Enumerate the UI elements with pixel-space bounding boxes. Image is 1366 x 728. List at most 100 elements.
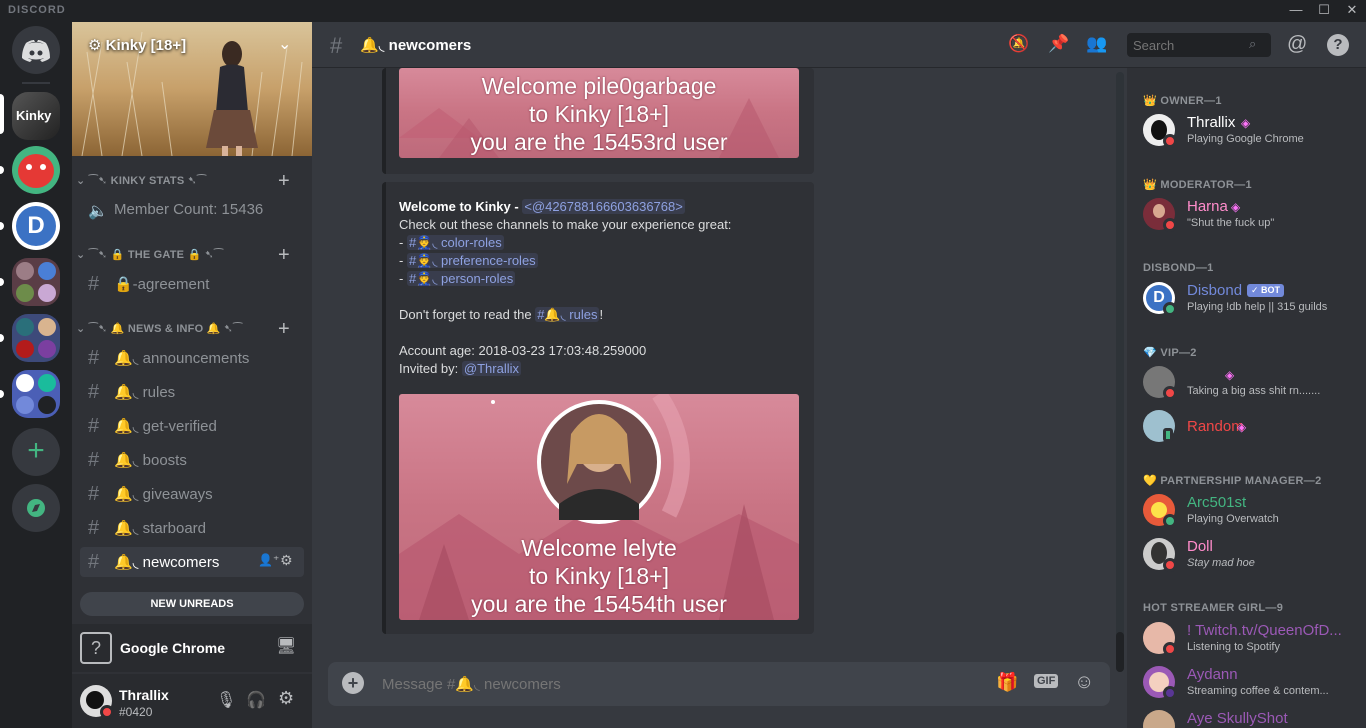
- hash-icon: #: [88, 517, 100, 539]
- member-activity: Streaming coffee & contem...: [1187, 685, 1329, 697]
- role-header-moderator: 👑 MODERATOR—1: [1143, 179, 1252, 191]
- embed-text-line: Welcome pile0garbage: [481, 73, 717, 99]
- embed-text-line: to Kinky [18+]: [529, 101, 669, 127]
- maximize-icon[interactable]: ☐: [1310, 2, 1338, 20]
- category-the-gate[interactable]: ⌄ ⁀➷ 🔒 THE GATE 🔒 ➷⁀ +: [76, 244, 290, 266]
- member-arc501st[interactable]: Arc501st Playing Overwatch: [1135, 488, 1360, 532]
- member-name: Doll: [1187, 538, 1213, 555]
- avatar: [1143, 198, 1177, 232]
- server-folder-2[interactable]: [12, 314, 60, 362]
- channel-rules[interactable]: # 🔔◟ rules: [80, 377, 304, 407]
- user-settings-icon[interactable]: ⚙: [278, 688, 294, 709]
- chevron-down-icon[interactable]: ⌄: [278, 34, 291, 54]
- scrollbar-thumb[interactable]: [1116, 632, 1124, 672]
- member-aydann[interactable]: Aydann Streaming coffee & contem...: [1135, 660, 1360, 704]
- gift-icon[interactable]: 🎁: [996, 672, 1018, 693]
- server-kinky[interactable]: Kinky: [12, 92, 60, 140]
- emoji-icon[interactable]: ☺: [1074, 671, 1094, 694]
- gear-icon[interactable]: ⚙: [280, 552, 293, 569]
- user-mention[interactable]: <@426788166603636768>: [522, 199, 685, 214]
- member-disbond[interactable]: D Disbond ✓ BOT Playing !db help || 315 …: [1135, 276, 1360, 320]
- welcome-image-2[interactable]: Welcome lelyte to Kinky [18+] you are th…: [399, 394, 799, 620]
- upload-plus-icon[interactable]: +: [342, 672, 364, 694]
- help-icon[interactable]: ?: [1327, 34, 1349, 56]
- server-folder-3[interactable]: [12, 370, 60, 418]
- member-random[interactable]: Random ◈: [1135, 404, 1360, 448]
- hash-icon: #: [330, 33, 343, 58]
- member-doll[interactable]: Doll Stay mad hoe: [1135, 532, 1360, 576]
- search-input[interactable]: [1133, 36, 1243, 54]
- online-status-icon: [1163, 514, 1177, 528]
- message-composer[interactable]: + 🎁 GIF ☺: [328, 662, 1110, 706]
- pin-icon[interactable]: 📌: [1048, 34, 1069, 54]
- channel-agreement[interactable]: # 🔒-agreement: [80, 269, 304, 299]
- member-vip-1[interactable]: ◈ Taking a big ass shit rn.......: [1135, 360, 1360, 404]
- boost-icon: ◈: [1231, 200, 1241, 214]
- microphone-icon[interactable]: 🎙: [216, 690, 236, 710]
- role-header-vip: 💎 VIP—2: [1143, 347, 1197, 359]
- hash-icon: #: [88, 381, 100, 403]
- explore-servers-icon[interactable]: [12, 484, 60, 532]
- channel-announcements[interactable]: # 🔔◟ announcements: [80, 343, 304, 373]
- invite-icon[interactable]: 👤⁺: [258, 553, 279, 567]
- avatar: [1143, 622, 1177, 656]
- dnd-status-icon: [1163, 218, 1177, 232]
- close-icon[interactable]: ✕: [1338, 2, 1366, 20]
- category-kinky-stats[interactable]: ⌄ ⁀➷ KINKY STATS ➷⁀ +: [76, 170, 290, 192]
- message-input[interactable]: [382, 672, 942, 696]
- bot-badge: ✓ BOT: [1247, 284, 1285, 297]
- server-tomato[interactable]: [12, 146, 60, 194]
- hash-icon: #: [88, 415, 100, 437]
- hash-icon: #: [88, 347, 100, 369]
- member-name: Harna: [1187, 198, 1228, 215]
- title-bar: DISCORD — ☐ ✕: [0, 0, 1366, 22]
- channel-giveaways[interactable]: # 🔔◟ giveaways: [80, 479, 304, 509]
- unread-pill: [0, 166, 4, 174]
- gif-button[interactable]: GIF: [1034, 674, 1059, 688]
- channel-newcomers[interactable]: # 🔔◟ newcomers 👤⁺ ⚙: [80, 547, 304, 577]
- add-server-icon[interactable]: +: [12, 428, 60, 476]
- headphones-icon[interactable]: 🎧: [246, 690, 266, 710]
- server-folder-1[interactable]: [12, 258, 60, 306]
- avatar: [1143, 366, 1177, 400]
- welcome-image-1[interactable]: Welcome pile0garbage to Kinky [18+] you …: [399, 68, 799, 158]
- server-disbond[interactable]: D: [12, 202, 60, 250]
- account-age: Account age: 2018-03-23 17:03:48.259000: [399, 343, 647, 358]
- screen-share-icon[interactable]: 🖥: [276, 636, 296, 656]
- member-aye-skullyshot[interactable]: Aye SkullyShot: [1135, 704, 1360, 728]
- embed-text-line: Welcome lelyte: [521, 535, 677, 561]
- member-thrallix[interactable]: Thrallix ◈ Playing Google Chrome: [1135, 108, 1360, 152]
- channel-starboard[interactable]: # 🔔◟ starboard: [80, 513, 304, 543]
- avatar[interactable]: [80, 685, 114, 719]
- category-news-info[interactable]: ⌄ ⁀➷ 🔔 NEWS & INFO 🔔 ➷⁀ +: [76, 318, 290, 340]
- dnd-status-icon: [1163, 642, 1177, 656]
- add-channel-icon[interactable]: +: [278, 318, 290, 341]
- channel-link-preference-roles[interactable]: #👮◟ preference-roles: [406, 253, 538, 268]
- app-brand: DISCORD: [8, 4, 66, 16]
- channel-member-count[interactable]: 🔈 Member Count: 15436: [80, 195, 304, 225]
- channel-boosts[interactable]: # 🔔◟ boosts: [80, 445, 304, 475]
- add-channel-icon[interactable]: +: [278, 170, 290, 193]
- member-queenofd[interactable]: ! Twitch.tv/QueenOfD... Listening to Spo…: [1135, 616, 1360, 660]
- welcome-message-2: Welcome to Kinky - <@426788166603636768>…: [382, 182, 814, 634]
- avatar: [1143, 410, 1175, 442]
- discord-logo-icon: [22, 40, 50, 62]
- minimize-icon[interactable]: —: [1282, 2, 1310, 20]
- channel-get-verified[interactable]: # 🔔◟ get-verified: [80, 411, 304, 441]
- mentions-icon[interactable]: @: [1287, 33, 1307, 56]
- inviter-mention[interactable]: @Thrallix: [461, 361, 521, 376]
- avatar: [1143, 666, 1177, 700]
- chat-scrollbar[interactable]: [1116, 72, 1124, 672]
- home-button[interactable]: [12, 26, 60, 74]
- new-unreads-button[interactable]: NEW UNREADS: [80, 592, 304, 616]
- channel-link-person-roles[interactable]: #👮◟ person-roles: [406, 271, 516, 286]
- member-list-icon[interactable]: 👥: [1086, 34, 1107, 54]
- member-harna[interactable]: Harna ◈ "Shut the fuck up": [1135, 192, 1360, 236]
- channel-link-rules[interactable]: #🔔◟ rules: [535, 307, 600, 322]
- role-header-partnership-manager: 💛 PARTNERSHIP MANAGER—2: [1143, 475, 1322, 487]
- server-banner[interactable]: ⚙ Kinky [18+] ⌄: [72, 22, 312, 156]
- notification-muted-icon[interactable]: 🔕: [1008, 34, 1029, 54]
- search-box[interactable]: ⌕: [1127, 33, 1271, 57]
- add-channel-icon[interactable]: +: [278, 244, 290, 267]
- channel-link-color-roles[interactable]: #👮◟ color-roles: [406, 235, 504, 250]
